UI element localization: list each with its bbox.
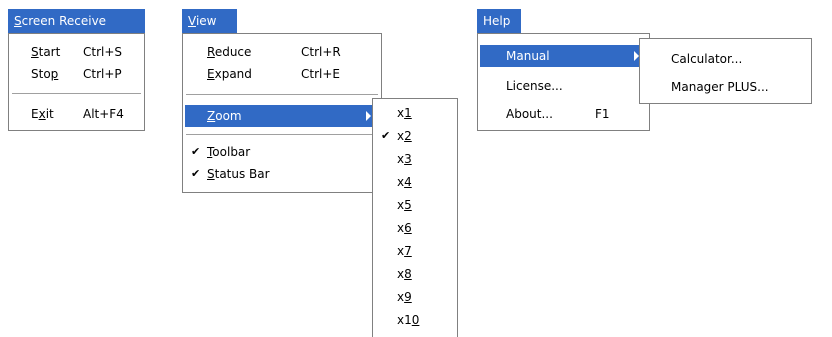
help-dropdown: Manual License... About... F1: [477, 33, 650, 131]
menu-item-manual[interactable]: Manual: [480, 45, 647, 67]
menu-item-start[interactable]: Start Ctrl+S: [9, 41, 144, 63]
menu-item-toolbar[interactable]: ✔ Toolbar: [183, 141, 381, 163]
menu-item-expand[interactable]: Expand Ctrl+E: [183, 63, 381, 85]
help-title: Help: [483, 14, 511, 28]
menu-item-zoom[interactable]: Zoom: [185, 105, 379, 127]
zoom-submenu: x1 ✔ x2 x3 x4 x5 x6 x7 x8 x9 x10: [372, 98, 458, 337]
menu-item-calculator[interactable]: Calculator...: [640, 48, 811, 70]
shortcut-label: Ctrl+R: [301, 45, 341, 59]
zoom-item-x2[interactable]: ✔ x2: [373, 125, 457, 147]
view-dropdown: Reduce Ctrl+R Expand Ctrl+E Zoom ✔ Toolb…: [182, 33, 382, 193]
screen-receive-accel: S: [14, 14, 22, 28]
shortcut-label: F1: [595, 107, 610, 121]
shortcut-label: Alt+F4: [83, 107, 124, 121]
menu-item-reduce[interactable]: Reduce Ctrl+R: [183, 41, 381, 63]
zoom-item-x3[interactable]: x3: [373, 148, 457, 170]
zoom-item-x4[interactable]: x4: [373, 171, 457, 193]
menu-separator: [186, 94, 378, 96]
zoom-item-x10[interactable]: x10: [373, 309, 457, 331]
checkmark-icon: ✔: [381, 129, 391, 142]
screen-receive-dropdown: Start Ctrl+S Stop Ctrl+P Exit Alt+F4: [8, 33, 145, 131]
submenu-arrow-icon: [366, 111, 371, 121]
zoom-item-x5[interactable]: x5: [373, 194, 457, 216]
menu-item-exit[interactable]: Exit Alt+F4: [9, 103, 144, 125]
menu-item-about[interactable]: About... F1: [478, 103, 649, 125]
menu-item-stop[interactable]: Stop Ctrl+P: [9, 63, 144, 85]
menu-separator: [12, 93, 141, 95]
view-accel: V: [188, 14, 196, 28]
zoom-item-x7[interactable]: x7: [373, 240, 457, 262]
shortcut-label: Ctrl+P: [83, 67, 122, 81]
zoom-item-x6[interactable]: x6: [373, 217, 457, 239]
menu-item-status-bar[interactable]: ✔ Status Bar: [183, 163, 381, 185]
zoom-item-x8[interactable]: x8: [373, 263, 457, 285]
manual-submenu: Calculator... Manager PLUS...: [639, 38, 812, 104]
view-title-rest: iew: [195, 14, 217, 28]
zoom-item-x1[interactable]: x1: [373, 102, 457, 124]
menu-separator: [186, 134, 378, 136]
screen-receive-title-rest: creen Receive: [21, 14, 107, 28]
menu-item-manager-plus[interactable]: Manager PLUS...: [640, 76, 811, 98]
zoom-item-x9[interactable]: x9: [373, 286, 457, 308]
menu-title-screen-receive[interactable]: Screen Receive: [8, 9, 145, 33]
checkmark-icon: ✔: [191, 167, 201, 180]
menu-item-license[interactable]: License...: [478, 75, 649, 97]
menu-title-view[interactable]: View: [182, 9, 237, 33]
menu-title-help[interactable]: Help: [477, 9, 521, 33]
checkmark-icon: ✔: [191, 145, 201, 158]
shortcut-label: Ctrl+S: [83, 45, 123, 59]
shortcut-label: Ctrl+E: [301, 67, 340, 81]
